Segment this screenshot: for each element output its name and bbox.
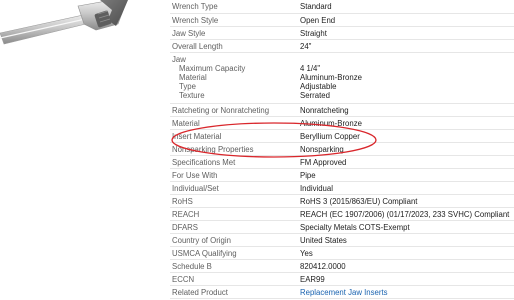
spec-value: Nonsparking <box>300 142 514 156</box>
spec-group-labels: Jaw Maximum Capacity Material Type Textu… <box>170 52 300 104</box>
spec-value: Pipe <box>300 168 514 182</box>
spec-value: 4 1/4" <box>300 63 321 73</box>
product-specifications-table: Wrench Type Standard Wrench Style Open E… <box>170 0 514 299</box>
spec-value: RoHS 3 (2015/863/EU) Compliant <box>300 194 514 208</box>
spec-label: Individual/Set <box>170 181 300 195</box>
spec-value: Adjustable <box>300 81 337 91</box>
spec-row: REACH REACH (EC 1907/2006) (01/17/2023, 2… <box>170 207 514 221</box>
spec-value: REACH (EC 1907/2006) (01/17/2023, 233 SV… <box>300 207 514 221</box>
spec-value: 820412.0000 <box>300 259 514 273</box>
spec-label: ECCN <box>170 272 300 286</box>
spec-row: Jaw Style Straight <box>170 26 514 40</box>
spec-group-jaw: Jaw Maximum Capacity Material Type Textu… <box>170 52 514 104</box>
spec-sublabel: Material <box>179 72 207 82</box>
spec-value: Specialty Metals COTS-Exempt <box>300 220 514 234</box>
replacement-jaw-inserts-link[interactable]: Replacement Jaw Inserts <box>300 288 388 297</box>
spec-group-title: Jaw <box>172 54 186 64</box>
spec-row: Schedule B 820412.0000 <box>170 259 514 273</box>
spec-label: USMCA Qualifying <box>170 246 300 260</box>
spec-label: Wrench Style <box>170 13 300 27</box>
spec-row: ECCN EAR99 <box>170 272 514 286</box>
spec-row: RoHS RoHS 3 (2015/863/EU) Compliant <box>170 194 514 208</box>
spec-value: Individual <box>300 181 514 195</box>
spec-label: Specifications Met <box>170 155 300 169</box>
spec-sublabel: Type <box>179 81 196 91</box>
spec-label: For Use With <box>170 168 300 182</box>
spec-value: United States <box>300 233 514 247</box>
spec-label: REACH <box>170 207 300 221</box>
spec-value: Aluminum-Bronze <box>300 116 514 130</box>
spec-row: Wrench Type Standard <box>170 0 514 14</box>
spec-value: Straight <box>300 26 514 40</box>
spec-label: DFARS <box>170 220 300 234</box>
spec-row: Individual/Set Individual <box>170 181 514 195</box>
spec-row: Material Aluminum-Bronze <box>170 116 514 130</box>
spec-label: Nonsparking Properties <box>170 142 300 156</box>
spec-row: Overall Length 24" <box>170 39 514 53</box>
spec-value: Serrated <box>300 90 330 100</box>
spec-label: Related Product <box>170 285 300 299</box>
spec-row: Wrench Style Open End <box>170 13 514 27</box>
spec-value: 24" <box>300 39 514 53</box>
spec-row: Ratcheting or Nonratcheting Nonratcheting <box>170 103 514 117</box>
spec-label: Overall Length <box>170 39 300 53</box>
spec-row-insert-material: Insert Material Beryllium Copper <box>170 129 514 143</box>
spec-sublabel: Maximum Capacity <box>179 63 246 73</box>
spec-value: Aluminum-Bronze <box>300 72 362 82</box>
spec-label: Insert Material <box>170 129 300 143</box>
spec-value: Beryllium Copper <box>300 129 514 143</box>
spec-label: RoHS <box>170 194 300 208</box>
spec-label: Material <box>170 116 300 130</box>
spec-group-values: 4 1/4" Aluminum-Bronze Adjustable Serrat… <box>300 52 514 104</box>
spec-sublabel: Texture <box>179 90 205 100</box>
pipe-wrench-image <box>0 0 128 45</box>
spec-label: Schedule B <box>170 259 300 273</box>
spec-value: FM Approved <box>300 155 514 169</box>
spec-row-related-product: Related Product Replacement Jaw Inserts <box>170 285 514 299</box>
spec-row: Country of Origin United States <box>170 233 514 247</box>
spec-row: Specifications Met FM Approved <box>170 155 514 169</box>
spec-value: Standard <box>300 0 514 14</box>
spec-label: Jaw Style <box>170 26 300 40</box>
spec-value: Open End <box>300 13 514 27</box>
spec-value: Yes <box>300 246 514 260</box>
spec-value: EAR99 <box>300 272 514 286</box>
spec-label: Ratcheting or Nonratcheting <box>170 103 300 117</box>
spec-row: USMCA Qualifying Yes <box>170 246 514 260</box>
spec-value: Nonratcheting <box>300 103 514 117</box>
spec-row-nonsparking: Nonsparking Properties Nonsparking <box>170 142 514 156</box>
spec-label: Wrench Type <box>170 0 300 14</box>
spec-label: Country of Origin <box>170 233 300 247</box>
spec-row: DFARS Specialty Metals COTS-Exempt <box>170 220 514 234</box>
spec-row: For Use With Pipe <box>170 168 514 182</box>
